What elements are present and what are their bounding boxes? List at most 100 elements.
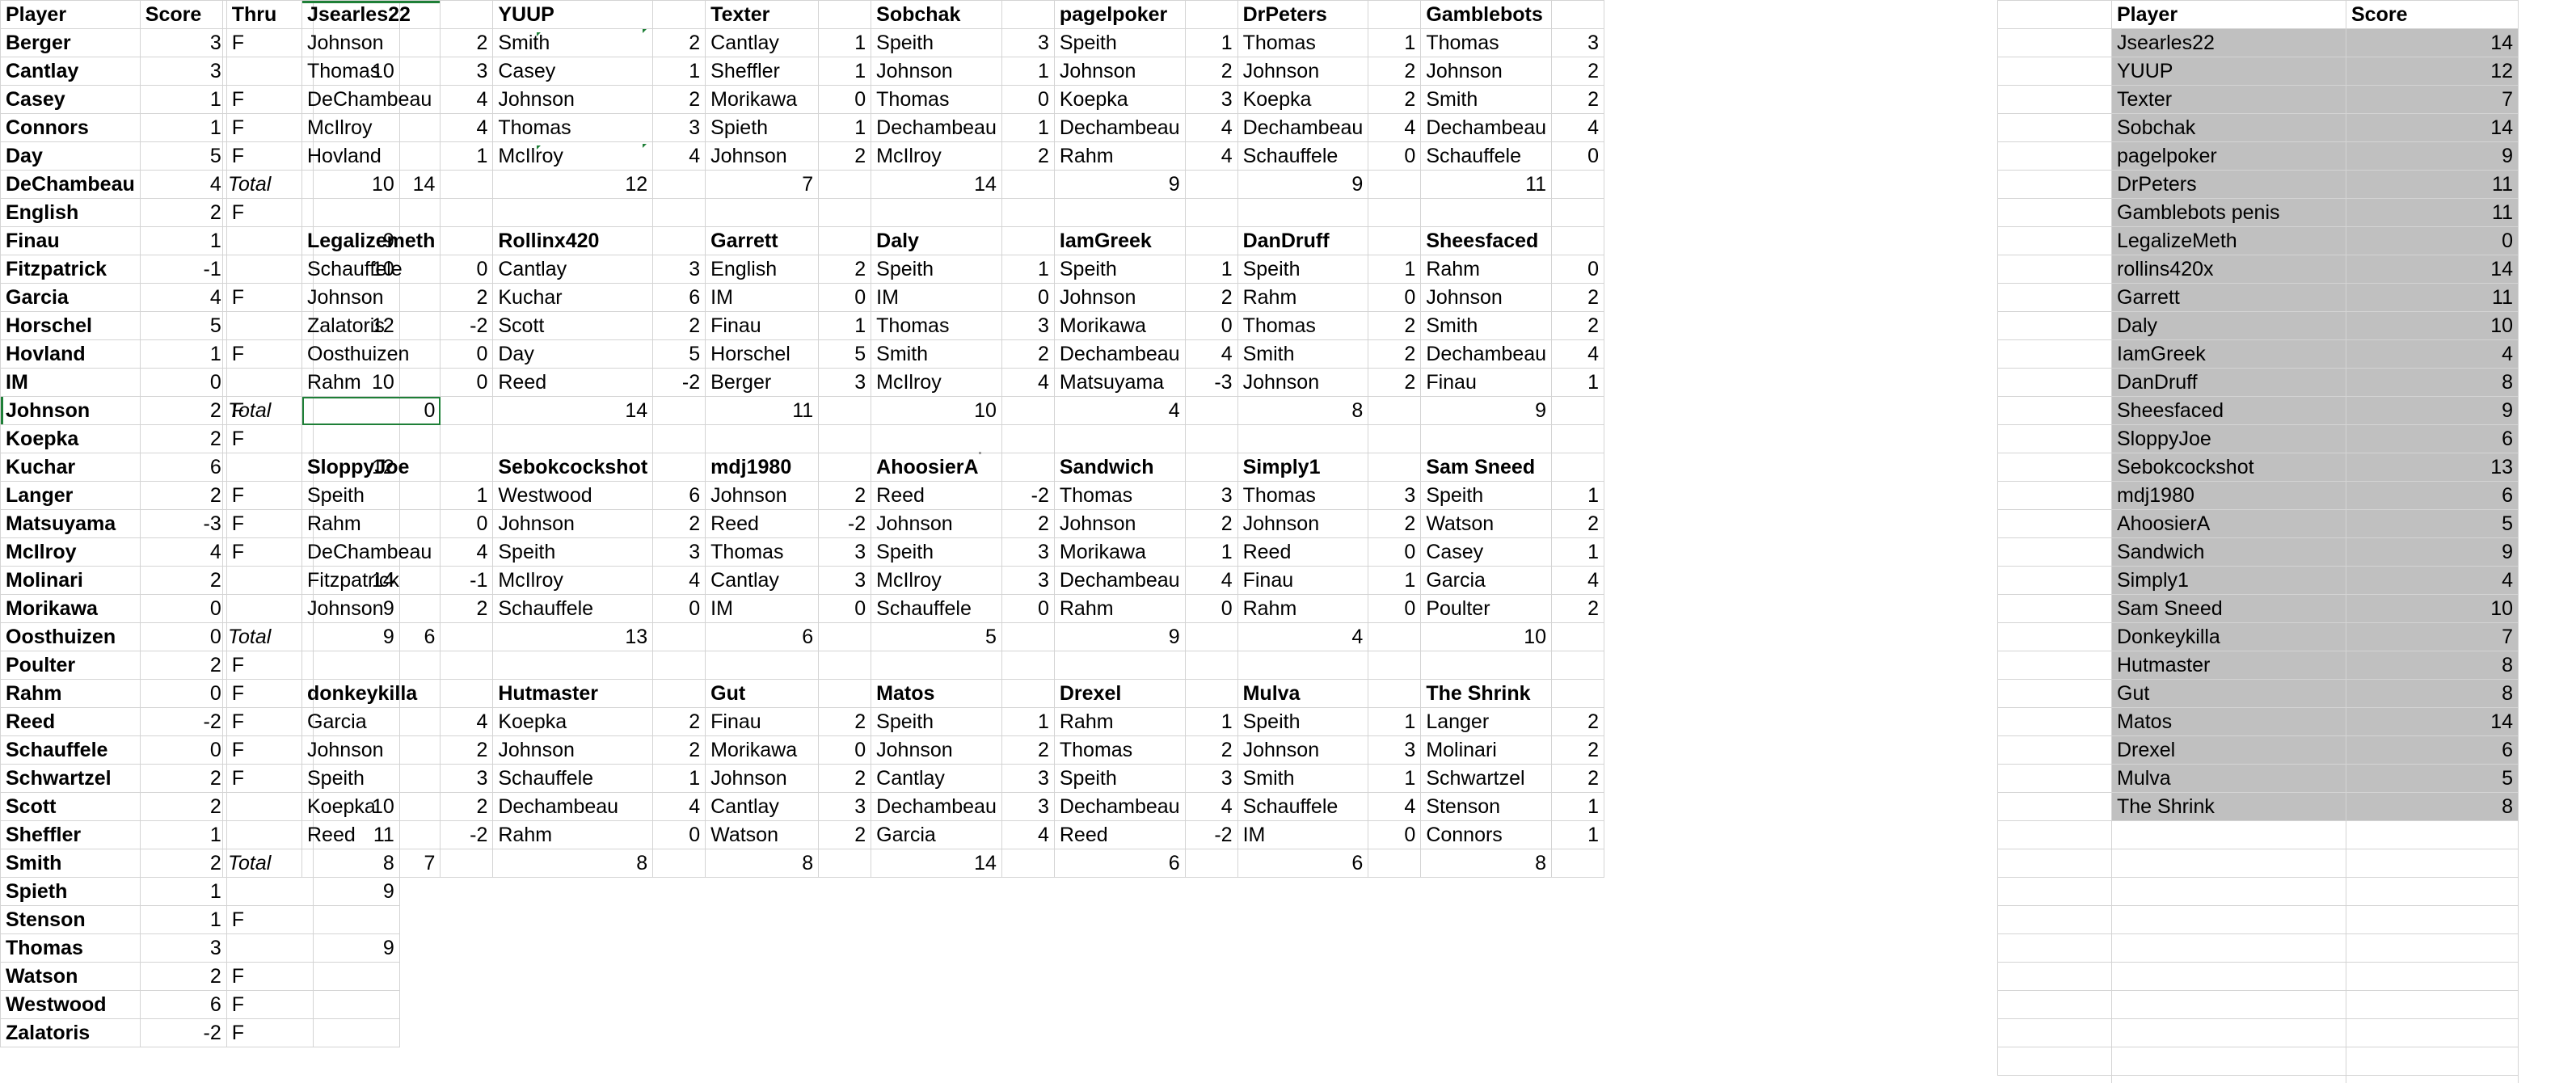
team-name-header[interactable]: YUUP (492, 0, 654, 29)
team-total-score[interactable]: 10 (1420, 622, 1553, 651)
team-pick-player[interactable]: Spieth (705, 113, 820, 142)
team-name-header[interactable]: Garrett (705, 226, 820, 255)
team-pick-score[interactable]: 2 (1001, 141, 1055, 171)
roster-player-thru-final[interactable]: F (226, 962, 314, 991)
team-pick-score[interactable]: 0 (818, 85, 872, 114)
leaderboard-team-score[interactable]: 4 (2346, 566, 2519, 595)
team-pick-score[interactable]: 2 (1368, 368, 1422, 397)
team-pick-player[interactable]: Reed (301, 820, 441, 849)
roster-player-name[interactable]: Finau (0, 226, 141, 255)
team-pick-score[interactable]: -2 (440, 820, 494, 849)
team-pick-player[interactable]: Finau (705, 707, 820, 736)
team-pick-player[interactable]: Cantlay (705, 566, 820, 595)
team-pick-player[interactable]: Connors (1420, 820, 1553, 849)
roster-player-thru-hole[interactable]: 9 (312, 933, 400, 963)
team-pick-score[interactable]: 1 (1184, 537, 1238, 567)
team-name-header[interactable]: Daly (871, 226, 1002, 255)
roster-player-score[interactable]: 2 (139, 849, 227, 878)
leaderboard-team-score[interactable]: 9 (2346, 396, 2519, 425)
team-pick-score[interactable]: 4 (440, 85, 494, 114)
roster-player-thru-final[interactable] (226, 933, 314, 963)
team-pick-score[interactable]: 2 (652, 707, 706, 736)
leaderboard-row[interactable]: LegalizeMeth 0 (2111, 226, 2519, 255)
team-pick-score[interactable]: 3 (440, 764, 494, 793)
roster-player-score[interactable]: 0 (139, 594, 227, 623)
leaderboard-row[interactable]: AhoosierA 5 (2111, 509, 2519, 538)
team-pick-player[interactable]: Thomas (871, 85, 1002, 114)
roster-player-score[interactable]: 6 (139, 453, 227, 482)
team-total-score[interactable]: 14 (301, 170, 441, 199)
roster-player-name[interactable]: Watson (0, 962, 141, 991)
team-pick-score[interactable]: 1 (1184, 707, 1238, 736)
leaderboard-team-name[interactable]: Garrett (2111, 283, 2346, 312)
team-name-header[interactable]: Hutmaster (492, 679, 654, 708)
team-pick-player[interactable]: Fitzpatrick (301, 566, 441, 595)
leaderboard-team-name[interactable]: LegalizeMeth (2111, 226, 2346, 255)
team-pick-score[interactable]: 1 (1001, 113, 1055, 142)
team-name-header[interactable]: Sobchak (871, 0, 1002, 29)
team-pick-player[interactable]: Johnson (1053, 57, 1186, 86)
roster-player-thru-hole[interactable] (312, 990, 400, 1019)
team-pick-score[interactable]: 6 (652, 283, 706, 312)
roster-player-score[interactable]: 3 (139, 28, 227, 57)
team-pick-player[interactable]: Dechambeau (1053, 339, 1186, 369)
team-pick-player[interactable]: Schauffele (1237, 141, 1369, 171)
team-pick-player[interactable]: Schauffele (871, 594, 1002, 623)
team-pick-score[interactable]: 3 (1001, 28, 1055, 57)
team-pick-score[interactable]: 0 (652, 594, 706, 623)
roster-player-name[interactable]: Smith (0, 849, 141, 878)
team-name-header[interactable]: IamGreek (1053, 226, 1186, 255)
roster-player-score[interactable]: 4 (139, 537, 227, 567)
team-total-score[interactable]: 9 (1237, 170, 1369, 199)
team-pick-player[interactable]: Poulter (1420, 594, 1553, 623)
team-pick-player[interactable]: Smith (1420, 85, 1553, 114)
team-pick-player[interactable]: Speith (871, 255, 1002, 284)
team-pick-score[interactable]: 4 (1551, 113, 1605, 142)
team-pick-player[interactable]: Dechambeau (871, 113, 1002, 142)
team-pick-score[interactable]: 0 (818, 594, 872, 623)
roster-player-thru-final[interactable] (226, 877, 314, 906)
team-name-header[interactable]: DanDruff (1237, 226, 1369, 255)
team-pick-player[interactable]: Dechambeau (1237, 113, 1369, 142)
roster-player-score[interactable]: -2 (139, 707, 227, 736)
roster-player-thru-final[interactable]: F (226, 1018, 314, 1047)
team-pick-player[interactable]: Johnson (871, 57, 1002, 86)
leaderboard-team-name[interactable]: Hutmaster (2111, 651, 2346, 680)
team-pick-score[interactable]: 2 (652, 735, 706, 765)
leaderboard-team-name[interactable]: Texter (2111, 85, 2346, 114)
team-pick-score[interactable]: 3 (1368, 481, 1422, 510)
team-pick-player[interactable]: Cantlay (705, 28, 820, 57)
team-pick-score[interactable]: 1 (1001, 57, 1055, 86)
leaderboard-team-score[interactable]: 8 (2346, 679, 2519, 708)
leaderboard-row[interactable]: Drexel 6 (2111, 735, 2519, 765)
team-total-score[interactable]: 14 (871, 170, 1002, 199)
roster-player-name[interactable]: Thomas (0, 933, 141, 963)
roster-player-name[interactable]: Molinari (0, 566, 141, 595)
team-pick-player[interactable]: Sheffler (705, 57, 820, 86)
team-pick-player[interactable]: Reed (1237, 537, 1369, 567)
team-pick-player[interactable]: McIlroy (492, 141, 654, 171)
team-pick-score[interactable]: -2 (440, 311, 494, 340)
roster-player-score[interactable]: 1 (139, 85, 227, 114)
leaderboard-team-score[interactable]: 11 (2346, 198, 2519, 227)
team-pick-player[interactable]: Kuchar (492, 283, 654, 312)
team-pick-player[interactable]: IM (705, 594, 820, 623)
team-pick-player[interactable]: Johnson (1237, 57, 1369, 86)
team-pick-score[interactable]: 0 (1368, 820, 1422, 849)
team-pick-score[interactable]: 1 (1551, 481, 1605, 510)
team-pick-score[interactable]: 1 (818, 113, 872, 142)
team-pick-score[interactable]: 3 (652, 113, 706, 142)
team-pick-score[interactable]: 4 (1551, 339, 1605, 369)
team-pick-score[interactable]: 2 (818, 255, 872, 284)
leaderboard-team-score[interactable]: 6 (2346, 424, 2519, 453)
leaderboard-row[interactable]: Garrett 11 (2111, 283, 2519, 312)
team-pick-score[interactable]: 2 (1368, 57, 1422, 86)
team-pick-score[interactable]: 2 (1551, 707, 1605, 736)
team-pick-score[interactable]: 4 (1001, 368, 1055, 397)
team-pick-player[interactable]: Morikawa (1053, 537, 1186, 567)
leaderboard-row[interactable]: Jsearles22 14 (2111, 28, 2519, 57)
roster-player-score[interactable]: 1 (139, 905, 227, 934)
team-total-score[interactable]: 6 (1053, 849, 1186, 878)
roster-player-score[interactable]: 3 (139, 57, 227, 86)
leaderboard-team-name[interactable]: pagelpoker (2111, 141, 2346, 171)
